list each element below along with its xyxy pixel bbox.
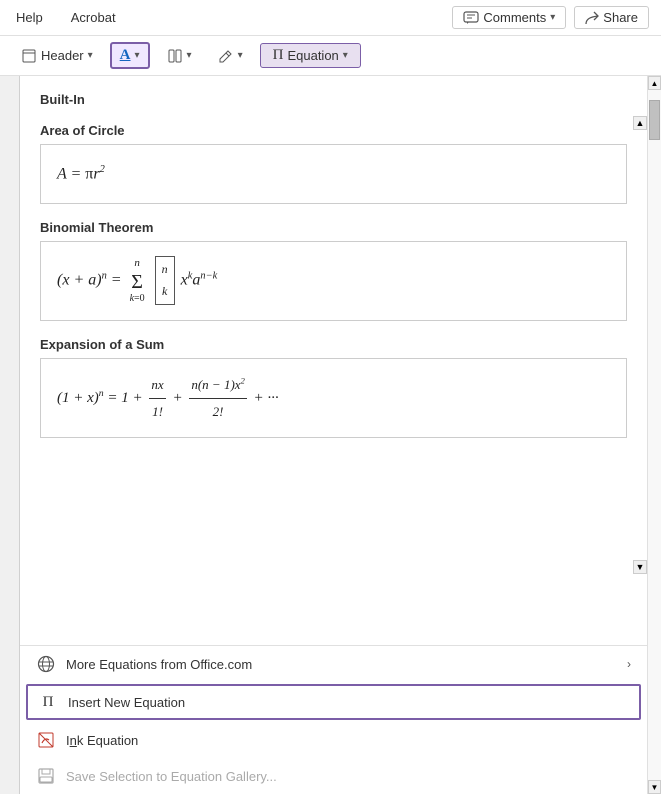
menu-acrobat[interactable]: Acrobat xyxy=(67,8,120,27)
ink-equation-item[interactable]: Ink Equation xyxy=(20,722,647,758)
edit-button[interactable]: ▾ xyxy=(209,44,252,68)
menu-left: Help Acrobat xyxy=(12,8,120,27)
more-equations-item[interactable]: More Equations from Office.com › xyxy=(20,646,647,682)
text-style-icon: A xyxy=(120,47,131,64)
text-style-chevron: ▾ xyxy=(135,50,140,61)
scrollbar-track xyxy=(648,90,661,780)
layout-icon xyxy=(167,48,183,64)
comments-button[interactable]: Comments ▾ xyxy=(452,6,566,29)
scrollbar-thumb[interactable] xyxy=(649,100,660,140)
header-chevron: ▾ xyxy=(88,50,93,61)
main-content: ▲ ▼ Built-In Area of Circle A = πr2 Bino… xyxy=(0,76,661,794)
equation-pi-icon: Π xyxy=(273,47,284,64)
section-title: Built-In xyxy=(40,92,627,107)
equation-dropdown-panel: ▲ ▼ Built-In Area of Circle A = πr2 Bino… xyxy=(20,76,647,794)
bottom-menu: More Equations from Office.com › Π Inser… xyxy=(20,646,647,794)
edit-icon xyxy=(218,48,234,64)
scrollbar[interactable]: ▲ ▼ xyxy=(647,76,661,794)
menu-bar: Help Acrobat Comments ▾ Share xyxy=(0,0,661,36)
share-label: Share xyxy=(603,10,638,25)
equation-render-binomial: (x + a)n = n Σ k=0 n k xkan−k xyxy=(57,254,217,308)
text-style-button[interactable]: A ▾ xyxy=(110,42,150,69)
equation-button[interactable]: Π Equation ▾ xyxy=(260,43,361,68)
insert-new-equation-item[interactable]: Π Insert New Equation xyxy=(26,684,641,720)
save-selection-item: Save Selection to Equation Gallery... xyxy=(20,758,647,794)
save-selection-label: Save Selection to Equation Gallery... xyxy=(66,769,277,784)
scrollbar-up-button[interactable]: ▲ xyxy=(648,76,661,90)
page-layout-button[interactable]: ▾ xyxy=(158,44,201,68)
equation-name-binomial: Binomial Theorem xyxy=(40,220,627,235)
equation-render-area-of-circle: A = πr2 xyxy=(57,164,105,183)
equation-box-expansion[interactable]: (1 + x)n = 1 + nx 1! + n(n − 1)x2 2! + ·… xyxy=(40,358,627,438)
share-icon xyxy=(585,11,599,25)
edit-chevron: ▾ xyxy=(238,50,243,61)
more-equations-label: More Equations from Office.com xyxy=(66,657,252,672)
ribbon-bar: Header ▾ A ▾ ▾ ▾ Π Equation xyxy=(0,36,661,76)
save-selection-icon xyxy=(36,766,56,786)
scroll-down-arrow[interactable]: ▼ xyxy=(633,560,647,574)
share-button[interactable]: Share xyxy=(574,6,649,29)
equation-label: Equation xyxy=(287,48,338,63)
menu-right: Comments ▾ Share xyxy=(452,6,649,29)
header-button[interactable]: Header ▾ xyxy=(12,44,102,68)
equation-box-area-of-circle[interactable]: A = πr2 xyxy=(40,144,627,204)
menu-help[interactable]: Help xyxy=(12,8,47,27)
comments-label: Comments xyxy=(483,10,546,25)
ink-equation-icon xyxy=(36,730,56,750)
comments-icon xyxy=(463,11,479,25)
scrollbar-down-button[interactable]: ▼ xyxy=(648,780,661,794)
comments-chevron: ▾ xyxy=(550,12,555,23)
app-window: Help Acrobat Comments ▾ Share xyxy=(0,0,661,794)
layout-chevron: ▾ xyxy=(187,50,192,61)
equations-scroll-area[interactable]: ▲ ▼ Built-In Area of Circle A = πr2 Bino… xyxy=(20,76,647,646)
scroll-up-arrow[interactable]: ▲ xyxy=(633,116,647,130)
ink-equation-label: Ink Equation xyxy=(66,733,138,748)
equation-insert-icon: Π xyxy=(38,692,58,712)
insert-new-equation-label: Insert New Equation xyxy=(68,695,185,710)
equation-name-expansion: Expansion of a Sum xyxy=(40,337,627,352)
left-margin xyxy=(0,76,20,794)
header-icon xyxy=(21,48,37,64)
more-equations-arrow: › xyxy=(627,657,631,671)
equation-box-binomial[interactable]: (x + a)n = n Σ k=0 n k xkan−k xyxy=(40,241,627,321)
equation-chevron: ▾ xyxy=(343,50,348,61)
equation-render-expansion: (1 + x)n = 1 + nx 1! + n(n − 1)x2 2! + ·… xyxy=(57,372,279,425)
equation-name-area-of-circle: Area of Circle xyxy=(40,123,627,138)
globe-icon xyxy=(36,654,56,674)
header-label: Header xyxy=(41,48,84,63)
